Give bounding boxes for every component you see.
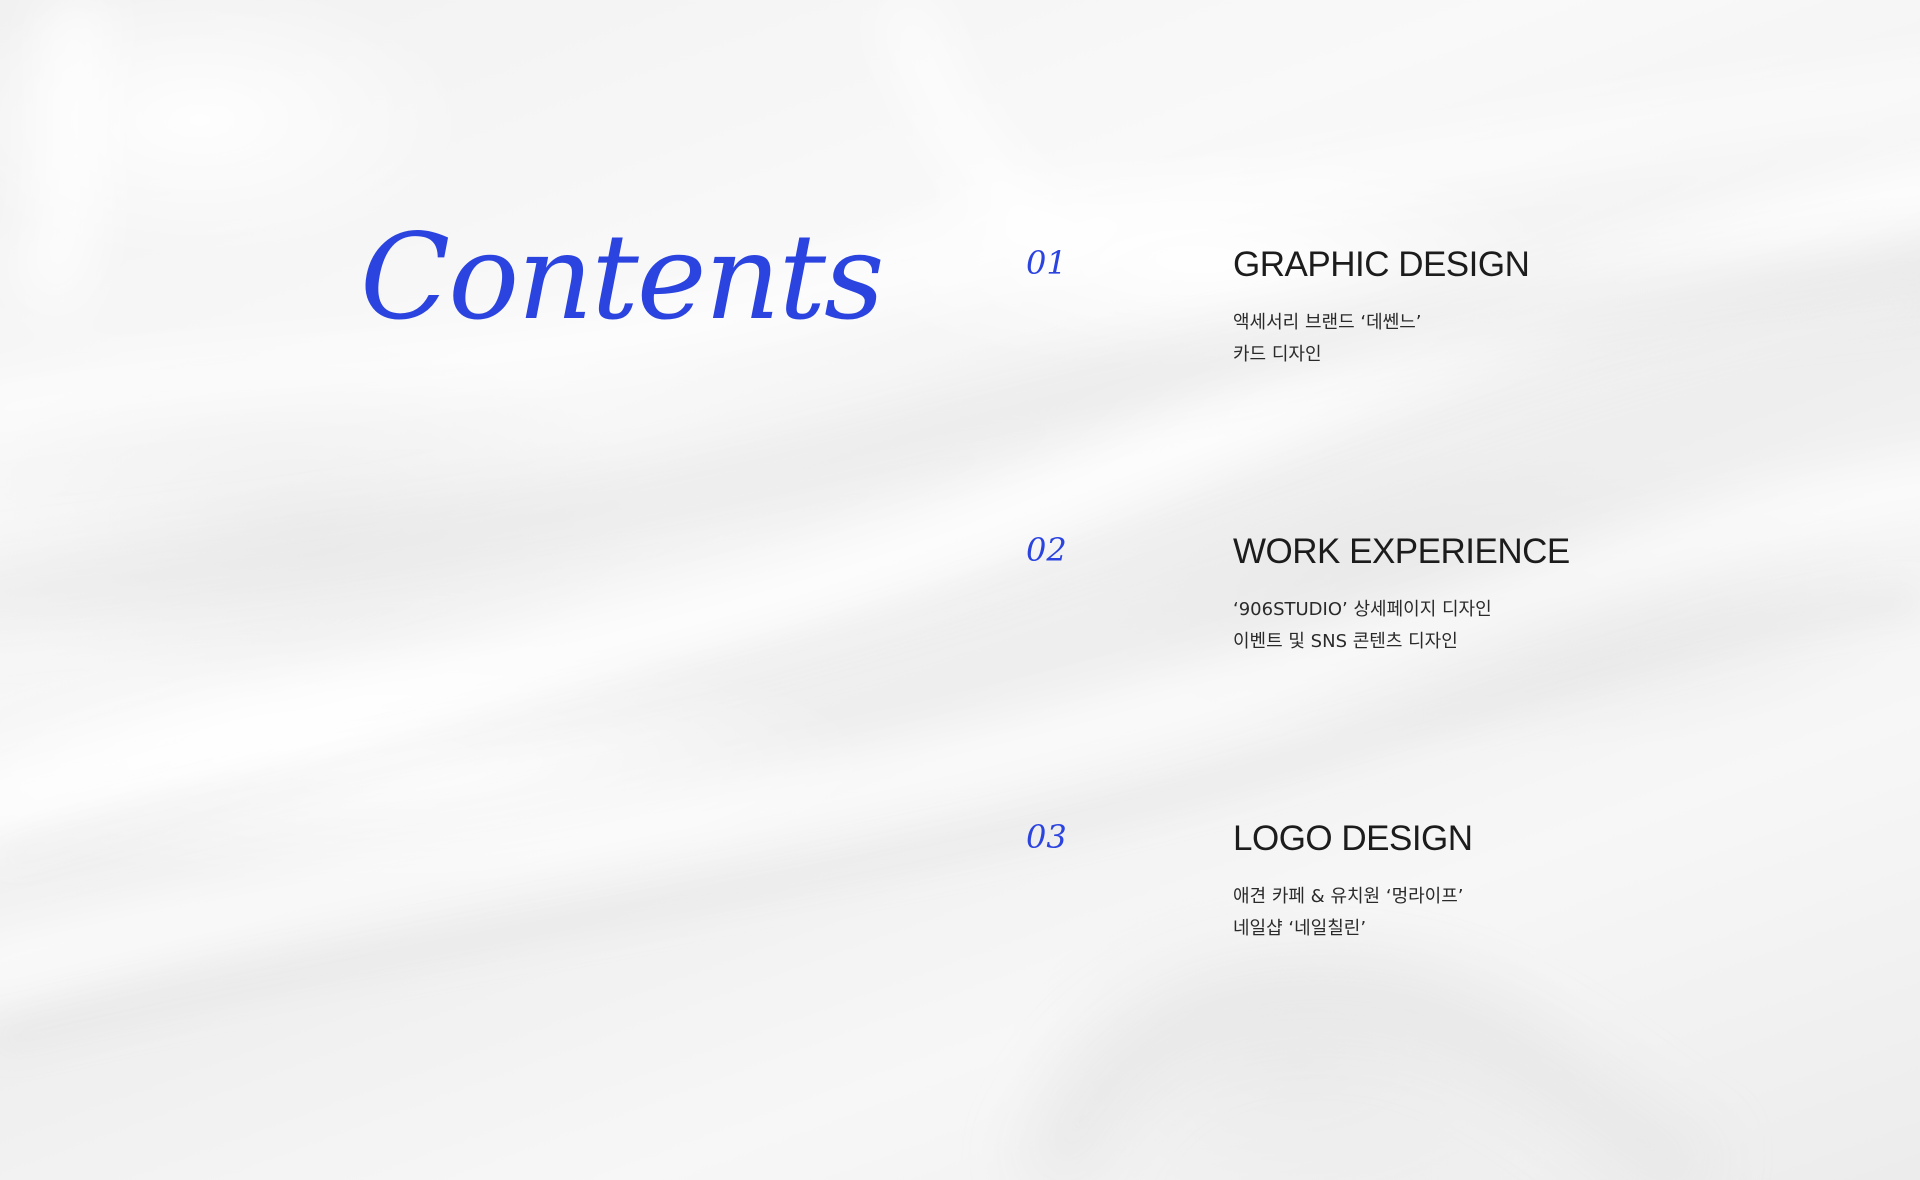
item-description-line: 네일샵 ‘네일칠린’ — [1233, 918, 1367, 939]
item-number: 02 — [1026, 531, 1067, 569]
item-number: 03 — [1026, 818, 1067, 856]
item-description-line: 액세서리 브랜드 ‘데쎈느’ — [1233, 312, 1422, 333]
item-description: ‘906STUDIO’ 상세페이지 디자인 이벤트 및 SNS 콘텐츠 디자인 — [1233, 594, 1492, 658]
item-description: 애견 카페 & 유치원 ‘멍라이프’ 네일샵 ‘네일칠린’ — [1233, 881, 1464, 945]
item-title: LOGO DESIGN — [1233, 819, 1473, 858]
item-description-line: 이벤트 및 SNS 콘텐츠 디자인 — [1233, 631, 1458, 652]
item-title: GRAPHIC DESIGN — [1233, 245, 1530, 284]
item-title: WORK EXPERIENCE — [1233, 532, 1570, 571]
item-description-line: 애견 카페 & 유치원 ‘멍라이프’ — [1233, 886, 1464, 907]
silk-fabric-background — [0, 0, 1920, 1180]
contents-heading: Contents — [360, 208, 885, 346]
item-description-line: 카드 디자인 — [1233, 344, 1322, 365]
item-number: 01 — [1026, 244, 1067, 282]
item-description-line: ‘906STUDIO’ 상세페이지 디자인 — [1233, 599, 1492, 620]
item-description: 액세서리 브랜드 ‘데쎈느’ 카드 디자인 — [1233, 307, 1422, 371]
